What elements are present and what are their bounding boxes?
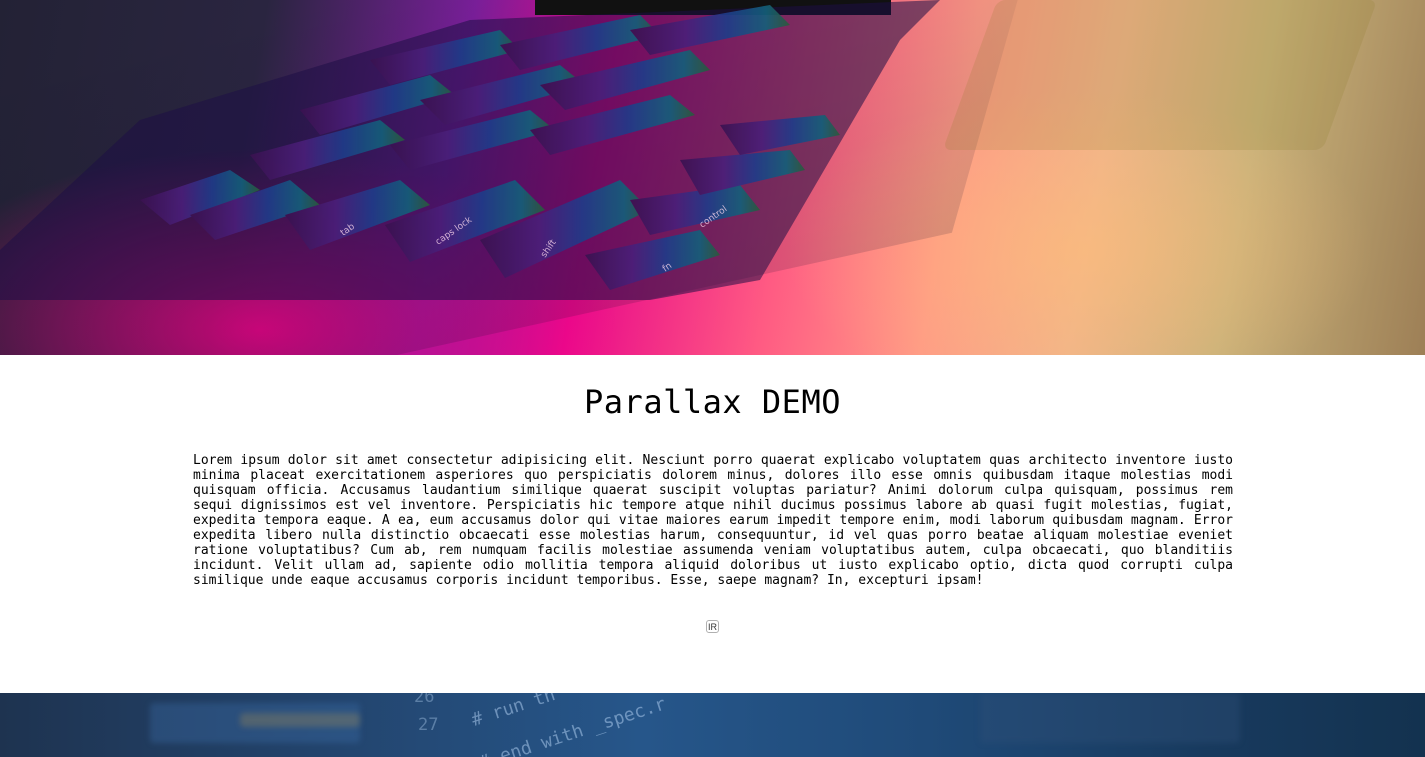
ir-button[interactable]: IR bbox=[706, 620, 719, 633]
code-blur-highlight bbox=[240, 713, 360, 727]
hero-image: caps lock shift fn control tab bbox=[0, 0, 1425, 355]
keyboard-graphic: caps lock shift fn control tab bbox=[0, 0, 940, 300]
code-blur-block-right bbox=[980, 693, 1240, 743]
line-number: 27 bbox=[418, 715, 439, 735]
lorem-paragraph: Lorem ipsum dolor sit amet consectetur a… bbox=[193, 453, 1233, 588]
code-banner-image: 26 27 # run th # end with _spec.r bbox=[0, 693, 1425, 757]
content-section: Parallax DEMO Lorem ipsum dolor sit amet… bbox=[0, 355, 1425, 693]
code-line: # run th bbox=[468, 693, 558, 731]
line-number: 26 bbox=[414, 693, 435, 707]
page-title: Parallax DEMO bbox=[584, 383, 841, 421]
